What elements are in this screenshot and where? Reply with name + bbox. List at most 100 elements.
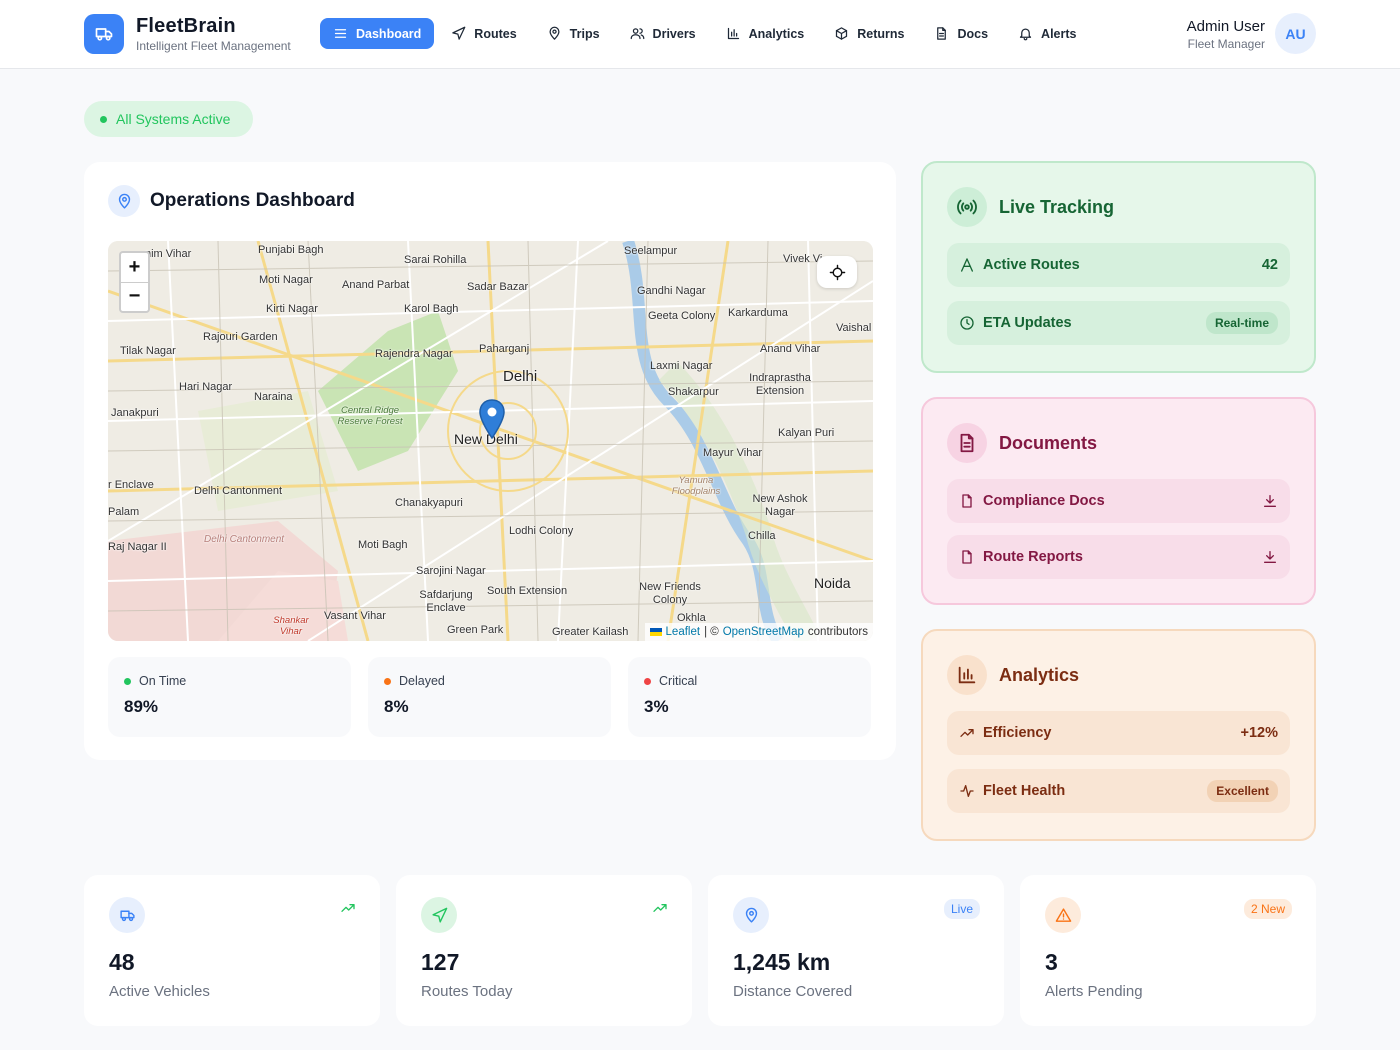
active-routes-row[interactable]: Active Routes 42 — [947, 243, 1290, 287]
map-label: Punjabi Bagh — [258, 244, 324, 256]
map-label: Shakarpur — [668, 386, 719, 398]
map-label: Indraprastha Extension — [749, 372, 811, 397]
fleet-health-row[interactable]: Fleet Health Excellent — [947, 769, 1290, 813]
stat-label: Alerts Pending — [1045, 983, 1143, 1000]
nav-label: Analytics — [748, 26, 805, 41]
nav-returns[interactable]: Returns — [821, 18, 917, 49]
leaflet-link[interactable]: Leaflet — [666, 626, 701, 638]
stat-alerts-pending[interactable]: 2 New 3 Alerts Pending — [1020, 875, 1316, 1026]
kpi-delayed: Delayed 8% — [368, 657, 611, 737]
map-label: Karol Bagh — [404, 303, 459, 315]
navigation-icon — [421, 897, 457, 933]
nav-drivers[interactable]: Drivers — [617, 18, 709, 49]
nav-dashboard[interactable]: Dashboard — [320, 18, 435, 49]
user-name: Admin User — [1186, 17, 1265, 35]
radio-icon — [947, 187, 987, 227]
panel-header: Operations Dashboard — [108, 185, 355, 217]
nav-alerts[interactable]: Alerts — [1005, 18, 1089, 49]
kpi-row: On Time 89% Delayed 8% Critical 3% — [108, 657, 871, 737]
nav-routes[interactable]: Routes — [438, 18, 529, 49]
stat-active-vehicles[interactable]: 48 Active Vehicles — [84, 875, 380, 1026]
nav-analytics[interactable]: Analytics — [713, 18, 818, 49]
map-label: Vasant Vihar — [324, 610, 386, 622]
nav-label: Trips — [569, 26, 600, 41]
map-label: Mayur Vihar — [703, 447, 763, 459]
stat-distance-covered[interactable]: Live 1,245 km Distance Covered — [708, 875, 1004, 1026]
status-label: All Systems Active — [116, 111, 231, 127]
trending-up-icon — [960, 729, 974, 737]
map-label: Shankar Vihar — [273, 615, 309, 637]
card-title: Documents — [999, 432, 1098, 453]
map-label: Rajouri Garden — [203, 331, 278, 343]
clock-icon — [960, 316, 974, 330]
compliance-docs-row[interactable]: Compliance Docs — [947, 479, 1290, 523]
kpi-value: 8% — [384, 697, 409, 716]
attribution-separator: | © — [704, 626, 719, 638]
map-label: Anand Parbat — [342, 279, 410, 291]
map-label: Chilla — [748, 530, 776, 542]
stat-value: 1,245 km — [733, 949, 831, 975]
flag-icon — [649, 628, 662, 636]
download-icon[interactable] — [1262, 549, 1278, 565]
new-alerts-badge: 2 New — [1243, 899, 1292, 919]
map-label: Geeta Colony — [648, 310, 716, 322]
avatar[interactable]: AU — [1275, 13, 1316, 54]
map-label-delhi: Delhi — [503, 368, 538, 385]
map-label: Delhi Cantonment — [204, 534, 285, 545]
brand[interactable]: FleetBrain Intelligent Fleet Management — [84, 14, 291, 54]
brand-name: FleetBrain — [136, 15, 236, 37]
location-marker-icon[interactable] — [478, 399, 506, 439]
map-label: Palam — [108, 506, 140, 518]
row-label: Active Routes — [983, 257, 1080, 273]
kpi-critical: Critical 3% — [628, 657, 871, 737]
eta-updates-row[interactable]: ETA Updates Real-time — [947, 301, 1290, 345]
route-reports-row[interactable]: Route Reports — [947, 535, 1290, 579]
map-label: Greater Kailash — [552, 626, 629, 638]
row-label: Compliance Docs — [983, 493, 1105, 509]
brand-subtitle: Intelligent Fleet Management — [136, 39, 291, 53]
user-menu[interactable]: Admin User Fleet Manager AU — [1187, 13, 1316, 54]
map-label: New Friends Colony — [639, 581, 701, 606]
locate-button[interactable] — [817, 256, 857, 288]
row-label: Efficiency — [983, 725, 1052, 741]
panel-title: Operations Dashboard — [150, 190, 355, 211]
status-badge: Excellent — [1207, 780, 1278, 802]
stat-label: Routes Today — [421, 983, 513, 1000]
user-role: Fleet Manager — [1187, 36, 1265, 51]
stat-label: Active Vehicles — [109, 983, 210, 1000]
top-bar: FleetBrain Intelligent Fleet Management … — [0, 0, 1400, 69]
row-label: Fleet Health — [983, 783, 1066, 799]
stat-routes-today[interactable]: 127 Routes Today — [396, 875, 692, 1026]
live-badge: Live — [943, 899, 980, 919]
nav-docs[interactable]: Docs — [921, 18, 1001, 49]
map-label: Chanakyapuri — [395, 497, 463, 509]
download-icon[interactable] — [1262, 493, 1278, 509]
nav-label: Returns — [857, 26, 905, 41]
nav-label: Drivers — [652, 26, 696, 41]
efficiency-row[interactable]: Efficiency +12% — [947, 711, 1290, 755]
status-dot — [100, 115, 107, 123]
bell-icon — [1019, 28, 1032, 41]
navigation-icon — [452, 26, 466, 40]
map-label: New Ashok Nagar — [752, 493, 808, 518]
map-label: Vaishal — [836, 322, 872, 334]
package-icon — [836, 27, 848, 40]
map-label: Rajendra Nagar — [375, 348, 453, 360]
map-label: Kalyan Puri — [778, 427, 835, 439]
map-pin-icon — [549, 26, 560, 40]
live-tracking-card: Live Tracking Active Routes 42 ETA Updat… — [921, 161, 1316, 373]
kpi-label: Delayed — [399, 674, 445, 688]
status-dot — [644, 677, 651, 685]
map-view[interactable]: nim Vihar Punjabi Bagh Sarai Rohilla See… — [108, 241, 873, 641]
stat-value: 48 — [109, 949, 135, 975]
stat-value: 3 — [1045, 949, 1058, 975]
zoom-in-button[interactable]: + — [121, 253, 148, 283]
attribution-suffix: contributors — [807, 626, 868, 638]
truck-icon — [84, 14, 124, 54]
nav-trips[interactable]: Trips — [534, 18, 613, 49]
bar-chart-icon — [727, 27, 739, 40]
osm-link[interactable]: OpenStreetMap — [723, 626, 804, 638]
zoom-out-button[interactable]: − — [121, 283, 148, 312]
map-label: Janakpuri — [111, 407, 159, 419]
map-label: Green Park — [447, 624, 504, 636]
